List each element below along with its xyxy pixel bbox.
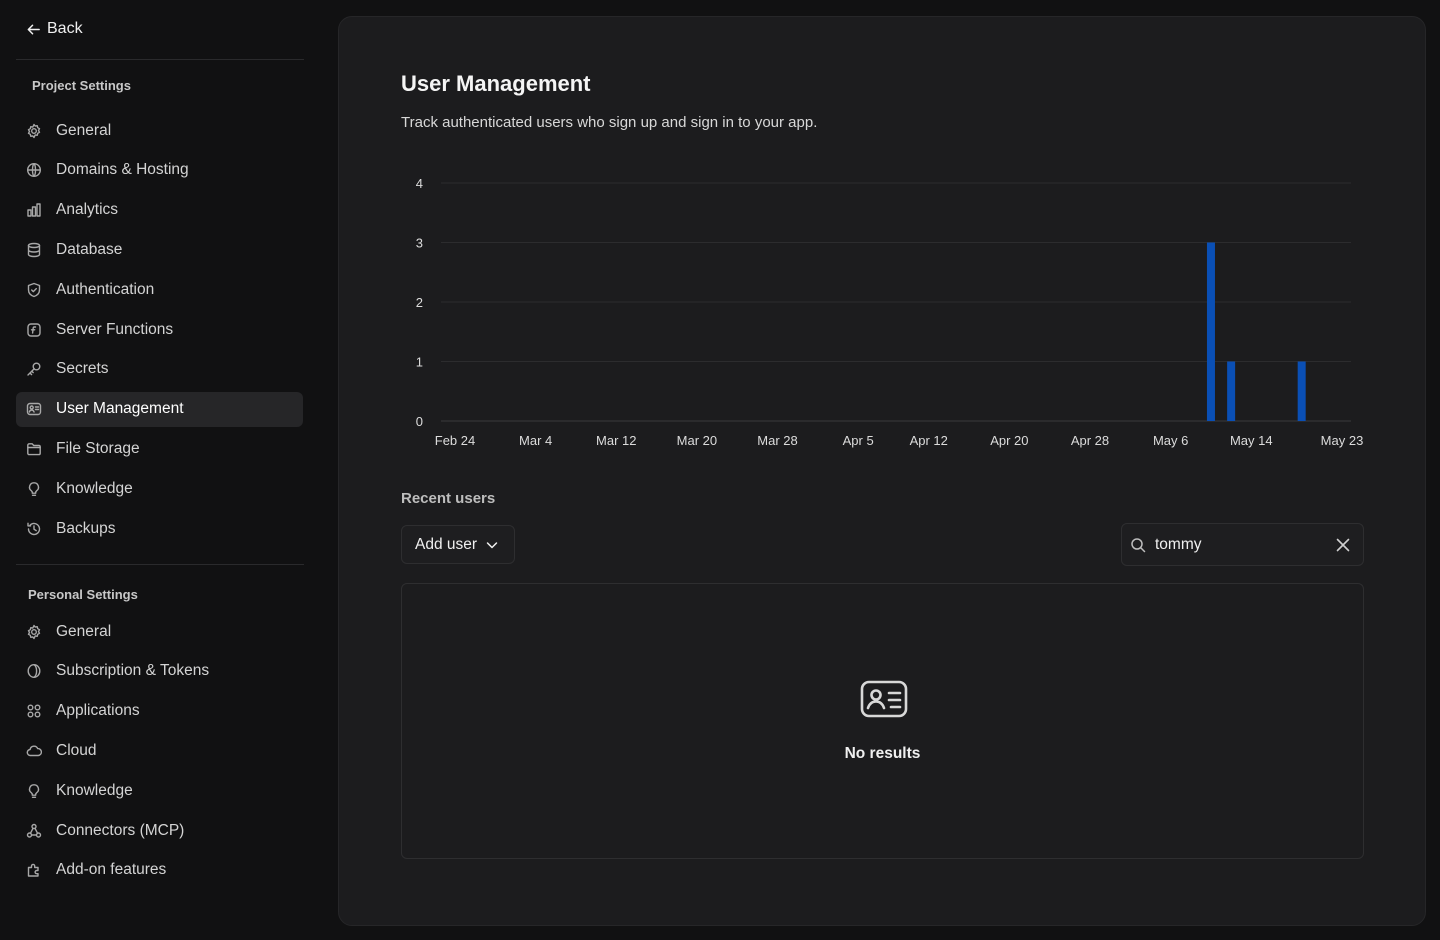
x-tick-label: Apr 12 — [910, 433, 948, 448]
globe-icon — [26, 162, 42, 178]
cloud-icon — [26, 743, 42, 759]
gear-icon — [26, 123, 42, 139]
x-tick-label: Apr 28 — [1071, 433, 1109, 448]
nav-item-label: Add-on features — [56, 861, 167, 879]
page-subtitle: Track authenticated users who sign up an… — [401, 114, 818, 131]
sidebar-item-analytics[interactable]: Analytics — [16, 193, 303, 228]
empty-state-text: No results — [844, 745, 921, 762]
clear-search-icon[interactable] — [1335, 537, 1351, 553]
nav-item-label: Cloud — [56, 741, 97, 759]
x-tick-label: Mar 20 — [677, 433, 717, 448]
add-user-button[interactable]: Add user — [401, 525, 515, 564]
chart-svg: 0 1 2 3 4 Feb 24 Mar 4 Mar 12 Mar 20 Mar 28 Apr 5 A… — [416, 176, 1364, 448]
y-tick-label: 3 — [416, 236, 423, 251]
sidebar-personal-item-subscription-tokens[interactable]: Subscription & Tokens — [16, 654, 303, 689]
connectors-icon — [26, 823, 42, 839]
sidebar-personal-item-general[interactable]: General — [16, 614, 303, 649]
nav-item-label: File Storage — [56, 439, 140, 457]
shield-icon — [26, 282, 42, 298]
divider — [16, 59, 304, 60]
y-tick-label: 0 — [416, 414, 423, 429]
chart-bar — [1206, 242, 1215, 421]
x-tick-label: Feb 24 — [435, 433, 475, 448]
nav-item-label: Domains & Hosting — [56, 161, 189, 179]
chart-bar — [1227, 361, 1236, 421]
sidebar-item-server-functions[interactable]: Server Functions — [16, 312, 303, 347]
x-tick-label: Mar 4 — [519, 433, 552, 448]
sidebar-item-user-management[interactable]: User Management — [16, 391, 303, 427]
x-tick-label: Apr 20 — [990, 433, 1028, 448]
sidebar-item-backups[interactable]: Backups — [16, 511, 303, 546]
x-tick-label: Mar 28 — [757, 433, 797, 448]
sidebar-personal-item-connectors-mcp[interactable]: Connectors (MCP) — [16, 813, 303, 848]
main-panel: User Management Track authenticated user… — [338, 16, 1426, 926]
x-tick-label: May 23 — [1321, 433, 1364, 448]
gear-icon — [26, 624, 42, 640]
id-card-icon — [26, 401, 42, 417]
search-input[interactable] — [1155, 535, 1325, 554]
sidebar-personal-item-add-on-features[interactable]: Add-on features — [16, 853, 303, 888]
sidebar-personal-item-cloud[interactable]: Cloud — [16, 733, 303, 768]
sidebar-personal-item-applications[interactable]: Applications — [16, 694, 303, 729]
nav-item-label: Database — [56, 240, 123, 258]
sidebar-item-authentication[interactable]: Authentication — [16, 272, 303, 307]
nav-item-label: Secrets — [56, 360, 109, 378]
add-user-label: Add user — [415, 535, 478, 553]
back-label: Back — [47, 20, 83, 37]
nav-item-label: Server Functions — [56, 320, 174, 338]
nav-item-label: Knowledge — [56, 479, 133, 497]
sidebar-item-database[interactable]: Database — [16, 232, 303, 267]
page-title: User Management — [401, 71, 591, 96]
chart-bar — [1297, 361, 1306, 421]
y-tick-label: 1 — [416, 355, 423, 370]
users-results-panel: No results — [401, 583, 1364, 859]
history-icon — [26, 521, 42, 537]
sidebar-item-secrets[interactable]: Secrets — [16, 352, 303, 387]
x-tick-label: Mar 12 — [596, 433, 636, 448]
search-field[interactable] — [1121, 523, 1364, 566]
personal-settings-title: Personal Settings — [28, 587, 138, 602]
key-icon — [26, 361, 42, 377]
database-icon — [26, 242, 42, 258]
x-tick-label: May 6 — [1153, 433, 1188, 448]
sidebar-item-domains-hosting[interactable]: Domains & Hosting — [16, 153, 303, 188]
sidebar: Back Project Settings General Domains & H… — [0, 0, 320, 940]
arrow-left-icon — [27, 24, 40, 34]
nav-item-label: Backups — [56, 519, 116, 537]
y-tick-label: 4 — [416, 176, 423, 191]
project-settings-title: Project Settings — [32, 78, 131, 93]
sidebar-item-file-storage[interactable]: File Storage — [16, 431, 303, 466]
nav-item-label: Applications — [56, 702, 140, 720]
x-tick-label: Apr 5 — [843, 433, 874, 448]
search-icon — [1131, 537, 1146, 552]
lightbulb-icon — [26, 783, 42, 799]
sidebar-personal-item-knowledge[interactable]: Knowledge — [16, 773, 303, 808]
recent-users-title: Recent users — [401, 490, 496, 507]
bar-chart-icon — [26, 202, 42, 218]
nav-item-label: Analytics — [56, 201, 119, 219]
signups-chart: 0 1 2 3 4 Feb 24 Mar 4 Mar 12 Mar 20 Mar 28 Apr 5 A… — [401, 167, 1381, 457]
puzzle-icon — [26, 862, 42, 878]
chevron-down-icon — [486, 541, 498, 548]
nav-item-label: User Management — [56, 400, 184, 418]
y-tick-label: 2 — [416, 295, 423, 310]
folder-icon — [26, 441, 42, 457]
nav-item-label: Authentication — [56, 280, 155, 298]
lightbulb-icon — [26, 481, 42, 497]
nav-item-label: General — [56, 121, 112, 139]
sidebar-item-general[interactable]: General — [16, 113, 303, 148]
nav-item-label: Subscription & Tokens — [56, 662, 210, 680]
apps-grid-icon — [26, 703, 42, 719]
function-icon — [26, 322, 42, 338]
nav-item-label: Connectors (MCP) — [56, 821, 185, 839]
nav-item-label: Knowledge — [56, 781, 133, 799]
divider — [16, 564, 304, 565]
x-tick-label: May 14 — [1230, 433, 1273, 448]
nav-item-label: General — [56, 622, 112, 640]
back-button[interactable]: Back — [26, 18, 83, 40]
id-card-icon — [860, 680, 908, 718]
coin-icon — [26, 663, 42, 679]
sidebar-item-knowledge[interactable]: Knowledge — [16, 471, 303, 506]
